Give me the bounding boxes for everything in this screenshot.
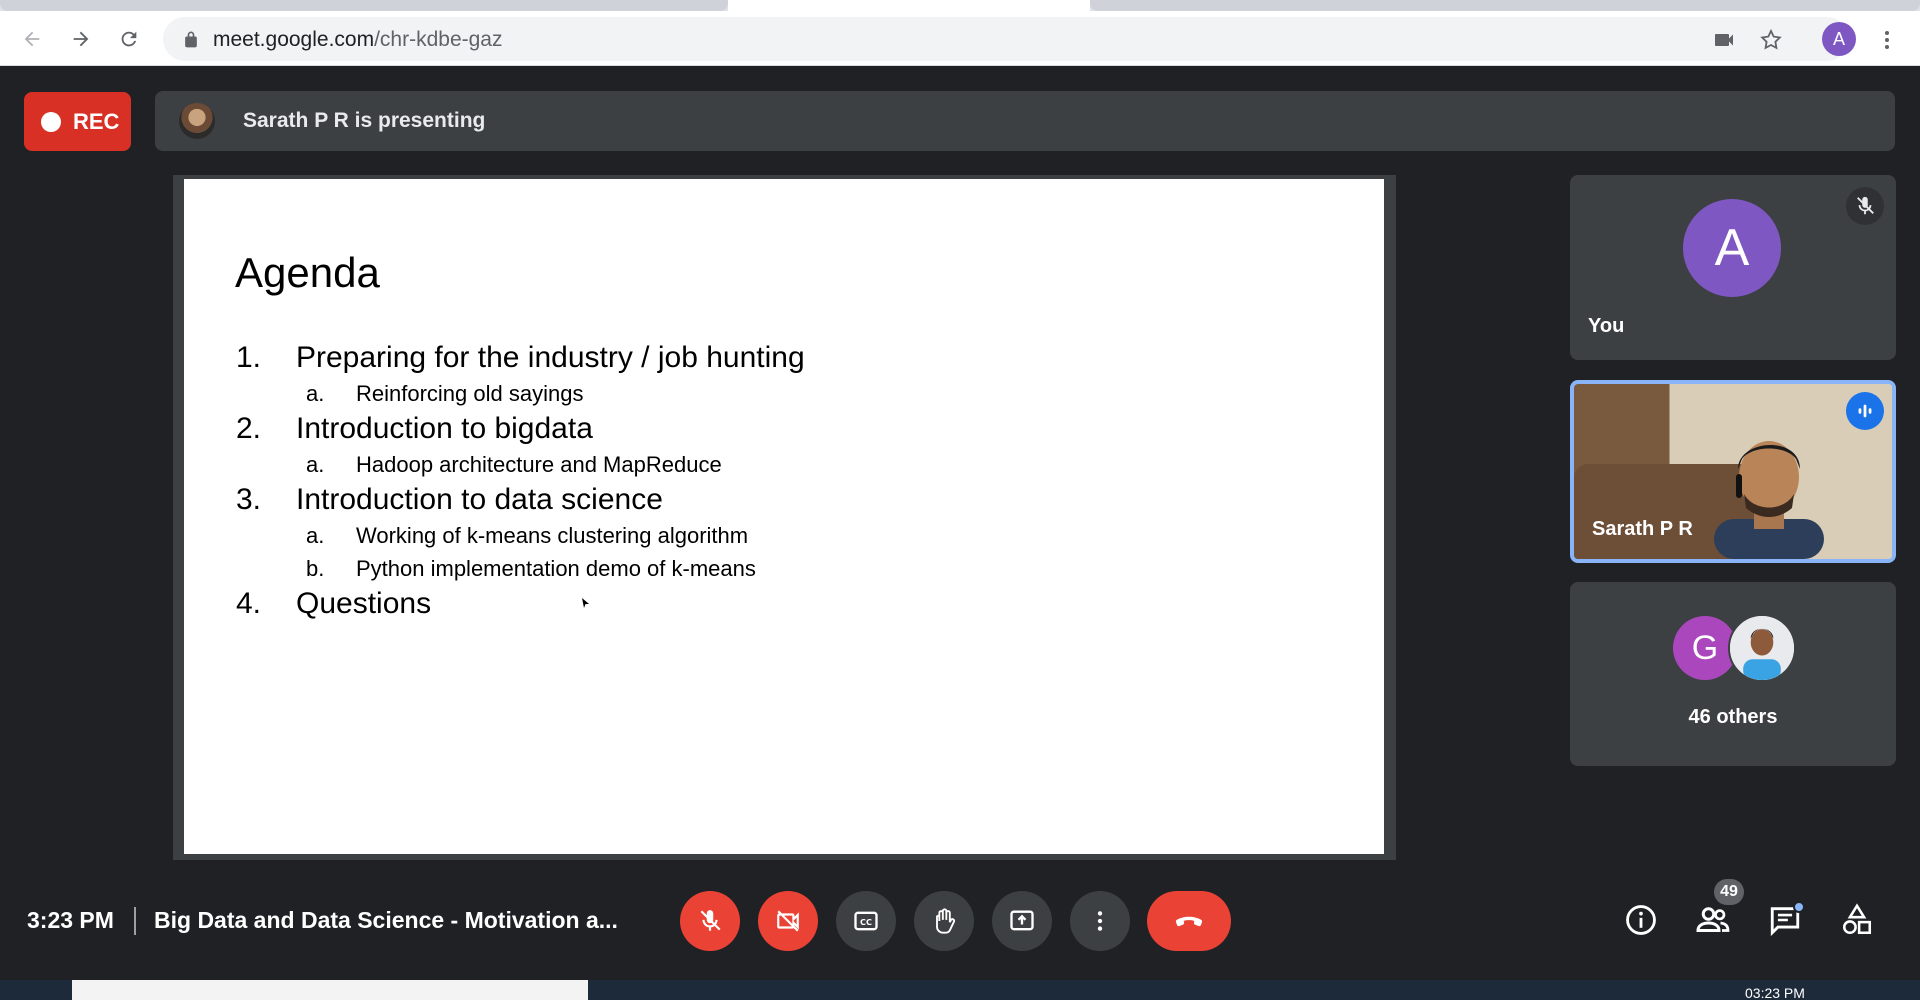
- participant-name: You: [1588, 315, 1625, 337]
- browser-menu-button[interactable]: [1872, 25, 1902, 55]
- hand-icon: [936, 908, 956, 934]
- agenda-number: 1.: [236, 341, 262, 374]
- other-participant-photo: [1728, 614, 1796, 682]
- agenda-number: 4.: [236, 587, 262, 620]
- reload-button[interactable]: [112, 22, 146, 56]
- present-now-button[interactable]: [992, 891, 1052, 951]
- presenter-avatar: [179, 103, 215, 139]
- mic-off-icon: [700, 910, 721, 931]
- url-host: meet.google.com: [213, 28, 375, 51]
- browser-toolbar: meet.google.com/chr-kdbe-gaz A: [0, 11, 1920, 66]
- bookmark-button[interactable]: [1758, 27, 1784, 53]
- agenda-letter: b.: [306, 556, 325, 581]
- url-path: /chr-kdbe-gaz: [374, 28, 503, 51]
- agenda-text: Introduction to data science: [296, 483, 663, 516]
- agenda-letter: a.: [306, 523, 325, 548]
- closed-captions-icon: CC: [854, 911, 878, 931]
- camera-permission-button[interactable]: [1711, 27, 1737, 53]
- meeting-clock: 3:23 PM: [27, 907, 114, 933]
- agenda-subtext: Reinforcing old sayings: [356, 381, 584, 406]
- slide-title: Agenda: [235, 249, 380, 296]
- agenda-subtext: Working of k-means clustering algorithm: [356, 523, 749, 548]
- presenting-banner: Sarath P R is presenting: [155, 91, 1895, 151]
- taskbar-search-box[interactable]: [72, 980, 588, 1000]
- agenda-letter: a.: [306, 381, 325, 406]
- arrow-right-icon: [73, 31, 89, 47]
- more-vertical-icon: [1885, 31, 1889, 49]
- person-photo-icon: [1730, 616, 1794, 680]
- more-options-button[interactable]: [1070, 891, 1130, 951]
- speaking-indicator: [1846, 392, 1884, 430]
- agenda-number: 3.: [236, 483, 262, 516]
- audio-level-icon: [1858, 404, 1872, 418]
- lock-icon: [185, 31, 197, 48]
- meeting-title[interactable]: Big Data and Data Science - Motivation a…: [154, 907, 618, 934]
- participant-tile-others[interactable]: G 46 others: [1570, 582, 1896, 766]
- hang-up-icon: [1175, 916, 1203, 927]
- camera-toggle-button[interactable]: [758, 891, 818, 951]
- url-text: meet.google.com/chr-kdbe-gaz: [213, 28, 502, 52]
- record-dot-icon: [41, 111, 61, 132]
- shapes-icon: [1842, 903, 1872, 935]
- divider: [134, 907, 136, 935]
- agenda-number: 2.: [236, 412, 262, 445]
- meeting-details-button[interactable]: [1620, 899, 1662, 941]
- video-camera-icon: [1715, 34, 1733, 46]
- arrow-left-icon: [24, 31, 40, 47]
- activities-button[interactable]: [1836, 899, 1878, 941]
- reload-icon: [121, 31, 137, 47]
- participant-name: Sarath P R: [1592, 518, 1693, 540]
- unread-chat-dot: [1793, 901, 1805, 913]
- agenda-text: Questions: [296, 587, 432, 620]
- raise-hand-button[interactable]: [914, 891, 974, 951]
- more-vertical-icon: [1097, 911, 1103, 931]
- agenda-letter: a.: [306, 452, 325, 477]
- participant-count-badge: 49: [1714, 879, 1744, 905]
- taskbar-clock: 03:23 PM: [1745, 985, 1805, 1000]
- present-screen-icon: [1010, 910, 1034, 931]
- leave-call-button[interactable]: [1147, 891, 1231, 951]
- forward-button[interactable]: [64, 22, 98, 56]
- shared-slide: Agenda 1. Preparing for the industry / jo…: [184, 179, 1384, 854]
- agenda-subtext: Hadoop architecture and MapReduce: [356, 452, 722, 477]
- profile-avatar[interactable]: A: [1822, 22, 1856, 56]
- browser-tab-active[interactable]: [728, 0, 1090, 11]
- show-everyone-button[interactable]: [1692, 899, 1734, 941]
- back-button[interactable]: [15, 22, 49, 56]
- others-count-label: 46 others: [1688, 706, 1778, 728]
- microphone-toggle-button[interactable]: [680, 891, 740, 951]
- recording-badge[interactable]: REC: [24, 92, 131, 151]
- browser-tab-previous[interactable]: [0, 0, 728, 11]
- participant-video-person: [1714, 441, 1824, 559]
- info-icon: [1626, 905, 1656, 935]
- muted-indicator: [1846, 187, 1884, 225]
- mic-off-icon: [1857, 196, 1874, 215]
- participant-tile-you[interactable]: A You: [1570, 175, 1896, 360]
- mouse-cursor-icon: [582, 598, 589, 608]
- svg-text:CC: CC: [860, 917, 872, 927]
- you-avatar: A: [1683, 199, 1781, 297]
- browser-tab-next[interactable]: [1090, 0, 1920, 11]
- address-bar[interactable]: meet.google.com/chr-kdbe-gaz: [163, 17, 1849, 61]
- agenda-text: Preparing for the industry / job hunting: [296, 341, 805, 374]
- recording-label: REC: [73, 108, 120, 134]
- video-off-icon: [777, 910, 799, 932]
- people-icon: [1696, 907, 1730, 932]
- tab-strip: [0, 0, 1920, 11]
- participant-tile-presenter[interactable]: Sarath P R: [1570, 380, 1896, 563]
- agenda-text: Introduction to bigdata: [296, 412, 593, 445]
- agenda-subtext: Python implementation demo of k-means: [356, 556, 756, 581]
- star-icon: [1760, 28, 1782, 50]
- presenting-text: Sarath P R is presenting: [243, 109, 486, 132]
- captions-button[interactable]: CC: [836, 891, 896, 951]
